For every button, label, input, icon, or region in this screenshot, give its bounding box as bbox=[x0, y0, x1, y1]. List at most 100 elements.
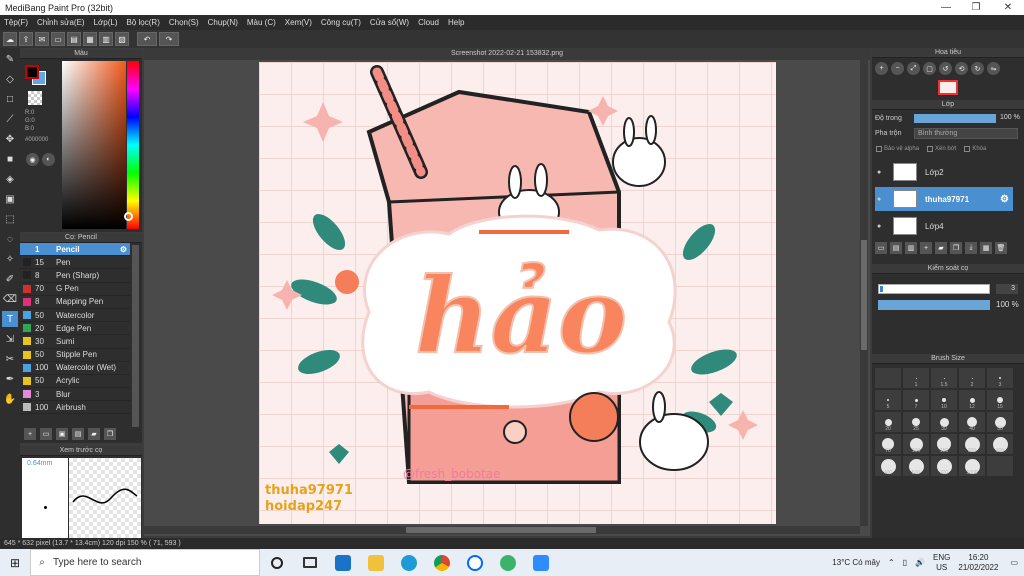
layer-settings-icon[interactable]: ▦ bbox=[980, 242, 992, 254]
brush-size-preset[interactable]: 300 bbox=[987, 434, 1013, 454]
brush-size-preset[interactable]: 20 bbox=[875, 412, 901, 432]
menu-filter[interactable]: Bộ lọc(R) bbox=[127, 18, 160, 27]
menu-view[interactable]: Xem(V) bbox=[285, 18, 312, 27]
gradient-tool-icon[interactable]: ▣ bbox=[2, 191, 18, 207]
visibility-eye-icon[interactable]: ● bbox=[877, 196, 887, 203]
brush-size-slider[interactable] bbox=[878, 284, 990, 294]
medibang-icon[interactable] bbox=[491, 549, 524, 576]
brush-item[interactable]: 3 Blur bbox=[20, 388, 130, 402]
artboard[interactable]: hảo @fresh_bobotae thuha97971 hoidap247 bbox=[259, 62, 776, 524]
rectangle-tool-icon[interactable]: □ bbox=[2, 91, 18, 107]
saturation-value-picker[interactable] bbox=[62, 61, 126, 229]
brush-settings-icon[interactable]: ▤ bbox=[72, 428, 84, 440]
rotate-right-icon[interactable]: ↻ bbox=[971, 62, 984, 75]
task-view-icon[interactable] bbox=[293, 549, 326, 576]
brush-size-preset[interactable]: 70 bbox=[875, 434, 901, 454]
new-layer-icon[interactable]: ▭ bbox=[875, 242, 887, 254]
hand-tool-icon[interactable]: ✋ bbox=[2, 391, 18, 407]
page-icon[interactable]: ▤ bbox=[67, 32, 81, 46]
notification-icon[interactable]: ▭ bbox=[1010, 558, 1018, 567]
new-halftone-layer-icon[interactable]: ▤ bbox=[890, 242, 902, 254]
brush-size-preset[interactable]: 15 bbox=[987, 390, 1013, 410]
tray-overflow-icon[interactable]: ⌃ bbox=[888, 558, 895, 567]
comment-icon[interactable]: ✉ bbox=[35, 32, 49, 46]
brush-size-preset[interactable]: 1 bbox=[903, 368, 929, 388]
menu-tools[interactable]: Công cụ(T) bbox=[321, 18, 361, 27]
volume-icon[interactable]: 🔊 bbox=[915, 558, 925, 567]
fit-icon[interactable]: ⤢ bbox=[907, 62, 920, 75]
brush-size-preset[interactable]: 200 bbox=[959, 434, 985, 454]
brush-size-preset[interactable]: 1.5 bbox=[931, 368, 957, 388]
brush-size-value[interactable]: 3 bbox=[996, 284, 1018, 294]
layer-opacity-slider[interactable] bbox=[914, 114, 996, 123]
menu-snap[interactable]: Chụp(N) bbox=[208, 18, 238, 27]
undo-button[interactable]: ↶ bbox=[137, 32, 157, 46]
menu-edit[interactable]: Chỉnh sửa(E) bbox=[37, 18, 85, 27]
select-eraser-tool-icon[interactable]: ⌫ bbox=[2, 291, 18, 307]
brush-size-preset[interactable]: 30 bbox=[931, 412, 957, 432]
merge-layer-icon[interactable]: ⤓ bbox=[965, 242, 977, 254]
hue-slider[interactable] bbox=[127, 61, 139, 229]
brush-opacity-slider[interactable] bbox=[878, 300, 990, 310]
brush-new-icon[interactable]: ▭ bbox=[40, 428, 52, 440]
duplicate-layer-icon[interactable]: ❐ bbox=[950, 242, 962, 254]
brush-copy-icon[interactable]: ❐ bbox=[104, 428, 116, 440]
layer-row-selected[interactable]: ● thuha97971 ⚙ bbox=[875, 187, 1013, 211]
doc-icon[interactable]: ▦ bbox=[83, 32, 97, 46]
zoom-out-icon[interactable]: − bbox=[891, 62, 904, 75]
brush-item[interactable]: 8 Mapping Pen bbox=[20, 296, 130, 309]
mail-icon[interactable] bbox=[326, 549, 359, 576]
tile-icon[interactable]: ▧ bbox=[115, 32, 129, 46]
taskbar-search-box[interactable]: ⌕ Type here to search bbox=[30, 549, 260, 576]
brush-size-preset[interactable]: 700 bbox=[931, 456, 957, 476]
layer-row[interactable]: ● Lớp4 bbox=[875, 214, 1013, 238]
brush-item[interactable]: 1 Pencil ⚙ bbox=[20, 243, 130, 257]
zalo-icon[interactable] bbox=[458, 549, 491, 576]
eyedropper-tool-icon[interactable]: ✒ bbox=[2, 371, 18, 387]
brush-tool-icon[interactable]: ✎ bbox=[2, 51, 18, 67]
brush-list-scrollbar[interactable] bbox=[132, 245, 139, 427]
visibility-eye-icon[interactable]: ● bbox=[877, 169, 887, 176]
brush-item[interactable]: 50 Watercolor bbox=[20, 309, 130, 323]
brush-item[interactable]: 70 G Pen bbox=[20, 283, 130, 296]
clipping-checkbox[interactable]: Xén bớt bbox=[927, 146, 956, 152]
menu-layer[interactable]: Lớp(L) bbox=[94, 18, 118, 27]
lasso-tool-icon[interactable]: ◌ bbox=[2, 231, 18, 247]
brush-item[interactable]: 100 Airbrush bbox=[20, 401, 130, 415]
divide-tool-icon[interactable]: ✂ bbox=[2, 351, 18, 367]
weather-widget[interactable]: 13°C Có mây bbox=[832, 558, 880, 567]
operation-tool-icon[interactable]: ⇲ bbox=[2, 331, 18, 347]
flip-icon[interactable]: ⇋ bbox=[987, 62, 1000, 75]
blend-mode-select[interactable]: Bình thường bbox=[914, 128, 1018, 139]
rotate-left-icon[interactable]: ↺ bbox=[939, 62, 952, 75]
menu-window[interactable]: Cửa sổ(W) bbox=[370, 18, 409, 27]
delete-layer-icon[interactable]: 🗑 bbox=[995, 242, 1007, 254]
brush-size-preset[interactable]: 25 bbox=[903, 412, 929, 432]
layer-folder-icon[interactable]: ▰ bbox=[935, 242, 947, 254]
share-icon[interactable]: ⇪ bbox=[19, 32, 33, 46]
eraser-tool-icon[interactable]: ◇ bbox=[2, 71, 18, 87]
layer-settings-gear-icon[interactable]: ⚙ bbox=[1000, 194, 1009, 205]
visibility-eye-icon[interactable]: ● bbox=[877, 223, 887, 230]
canvas-horizontal-thumb[interactable] bbox=[406, 527, 596, 533]
close-button[interactable]: ✕ bbox=[994, 0, 1022, 15]
brush-size-preset[interactable] bbox=[875, 368, 901, 388]
brush-size-preset[interactable]: 500 bbox=[903, 456, 929, 476]
input-language[interactable]: ENG US bbox=[933, 553, 950, 573]
actual-size-icon[interactable]: ▢ bbox=[923, 62, 936, 75]
brush-folder-icon[interactable]: ▰ bbox=[88, 428, 100, 440]
brush-item[interactable]: 100 Watercolor (Wet) bbox=[20, 362, 130, 375]
bucket-tool-icon[interactable]: ◈ bbox=[2, 171, 18, 187]
brush-item[interactable]: 50 Acrylic bbox=[20, 375, 130, 389]
canvas-vertical-scrollbar[interactable] bbox=[860, 60, 868, 526]
new-8bit-layer-icon[interactable]: ▥ bbox=[905, 242, 917, 254]
brush-size-preset[interactable]: 50 bbox=[987, 412, 1013, 432]
clock[interactable]: 16:20 21/02/2022 bbox=[958, 553, 998, 573]
line-tool-icon[interactable]: ⟋ bbox=[2, 111, 18, 127]
navigator-thumbnail[interactable] bbox=[938, 80, 958, 95]
layer-row[interactable]: ● Lớp2 bbox=[875, 160, 1013, 184]
brush-size-preset[interactable]: 10 bbox=[931, 390, 957, 410]
foreground-color-swatch[interactable] bbox=[25, 65, 39, 79]
select-pen-tool-icon[interactable]: ✐ bbox=[2, 271, 18, 287]
brush-size-preset[interactable] bbox=[987, 456, 1013, 476]
